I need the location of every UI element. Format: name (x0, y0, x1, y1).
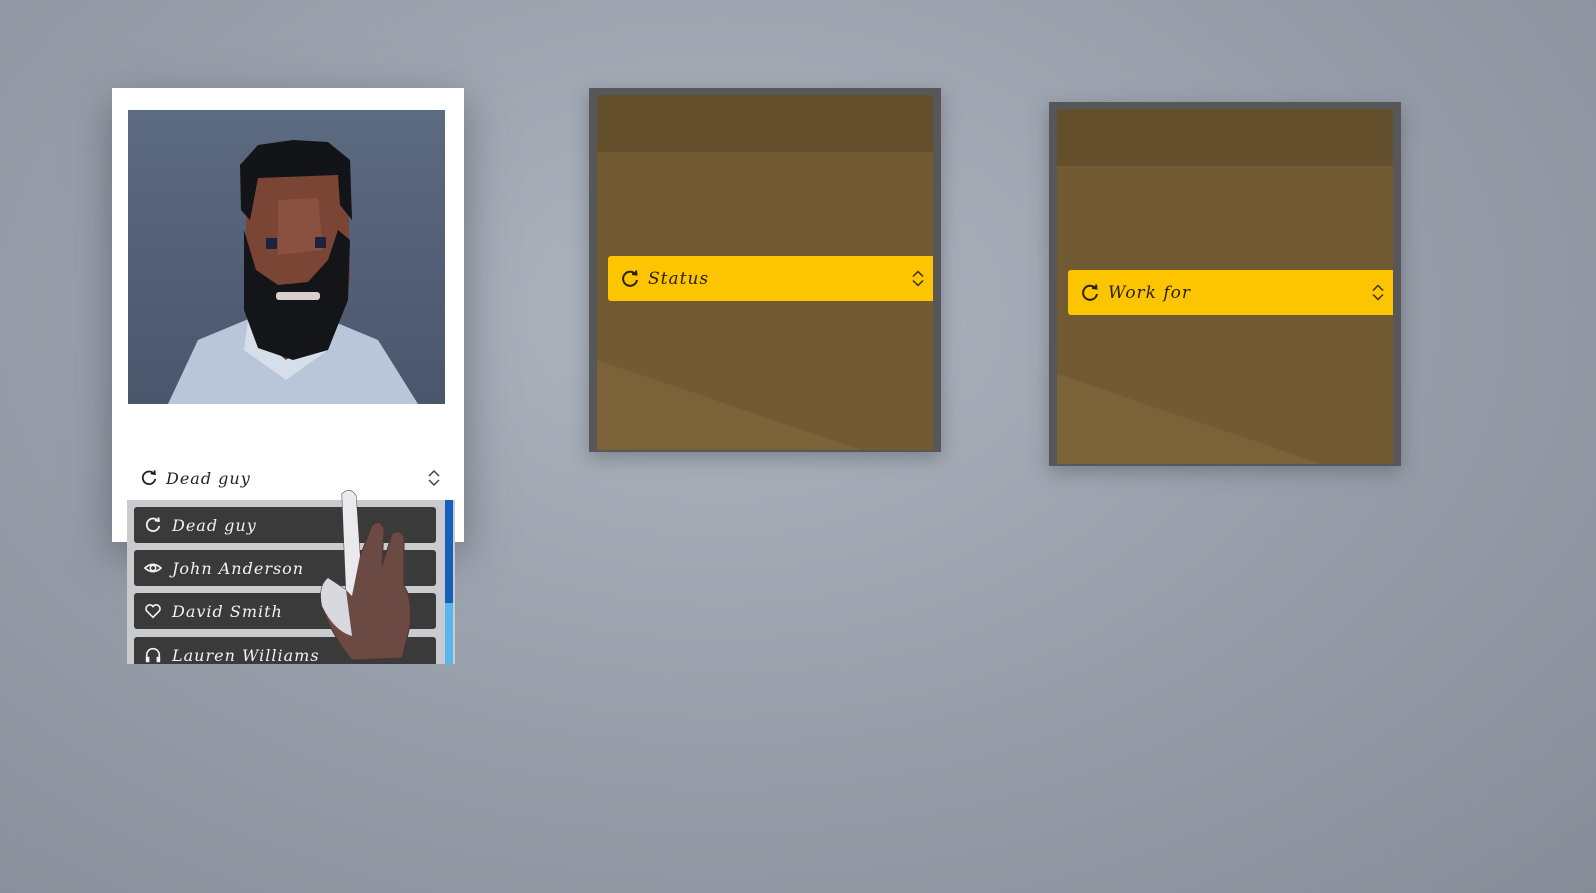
chevron-up-down-icon (912, 270, 924, 287)
heart-icon (145, 604, 161, 619)
workfor-box: Work for (1049, 102, 1401, 466)
status-box: Status (589, 88, 941, 452)
character-portrait (128, 110, 445, 404)
list-item-label: John Anderson (172, 558, 305, 578)
character-card: Dead guy (112, 88, 464, 542)
refresh-icon (1082, 283, 1098, 301)
status-select-label: Status (648, 268, 710, 289)
workfor-select[interactable]: Work for (1068, 270, 1393, 315)
status-select[interactable]: Status (608, 256, 933, 301)
eye-icon (144, 563, 162, 573)
workfor-select-label: Work for (1108, 282, 1192, 303)
bearded-man-avatar-image (168, 140, 418, 404)
workfor-box-interior: Work for (1057, 109, 1393, 464)
refresh-icon (145, 517, 161, 532)
list-item-label: Lauren Williams (172, 645, 320, 665)
chevron-up-down-icon (1372, 284, 1384, 301)
hand-pointer-icon (320, 490, 411, 661)
refresh-icon (622, 269, 638, 287)
status-box-interior: Status (597, 95, 933, 450)
character-select-value: Dead guy (166, 468, 251, 488)
list-item-label: David Smith (172, 601, 283, 621)
chevron-up-down-icon (428, 469, 440, 487)
headphones-icon (145, 647, 161, 663)
refresh-icon (141, 470, 157, 485)
list-item-label: Dead guy (172, 515, 257, 535)
scrollbar-thumb[interactable] (445, 500, 453, 603)
